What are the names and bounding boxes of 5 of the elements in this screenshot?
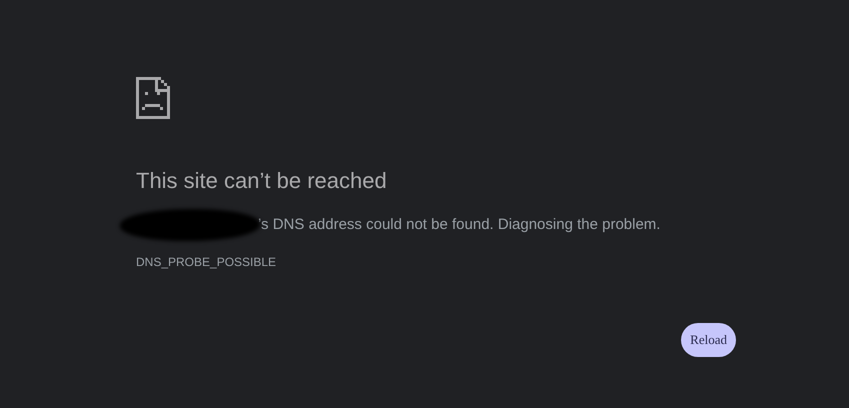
error-code: DNS_PROBE_POSSIBLE [136, 255, 278, 269]
error-title: This site can’t be reached [136, 167, 388, 195]
reload-button[interactable]: Reload [681, 323, 736, 357]
error-message: ’s DNS address could not be found. Diagnosing the problem. [258, 215, 660, 235]
sad-page-icon [136, 77, 170, 119]
